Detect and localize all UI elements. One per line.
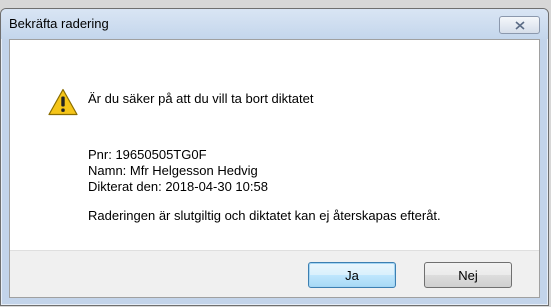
- titlebar[interactable]: Bekräfta radering: [1, 9, 548, 39]
- detail-name: Namn: Mfr Helgesson Hedvig: [88, 163, 258, 178]
- warning-triangle-icon: [48, 88, 78, 121]
- detail-dictated-date: Dikterat den: 2018-04-30 10:58: [88, 179, 268, 194]
- detail-pnr: Pnr: 19650505TG0F: [88, 147, 207, 162]
- no-button[interactable]: Nej: [424, 262, 512, 288]
- dictation-details: Pnr: 19650505TG0F Namn: Mfr Helgesson He…: [88, 147, 268, 195]
- dialog-body: Är du säker på att du vill ta bort dikta…: [9, 39, 540, 298]
- close-x-icon: [514, 20, 525, 30]
- finality-warning-text: Raderingen är slutgiltig och diktatet ka…: [88, 208, 441, 223]
- close-button[interactable]: [499, 16, 540, 34]
- confirm-delete-dialog: Bekräfta radering Är du säker på att du …: [0, 8, 549, 306]
- yes-button[interactable]: Ja: [308, 262, 396, 288]
- button-bar: Ja Nej: [10, 250, 539, 297]
- question-text: Är du säker på att du vill ta bort dikta…: [88, 91, 314, 106]
- dialog-title: Bekräfta radering: [9, 16, 109, 31]
